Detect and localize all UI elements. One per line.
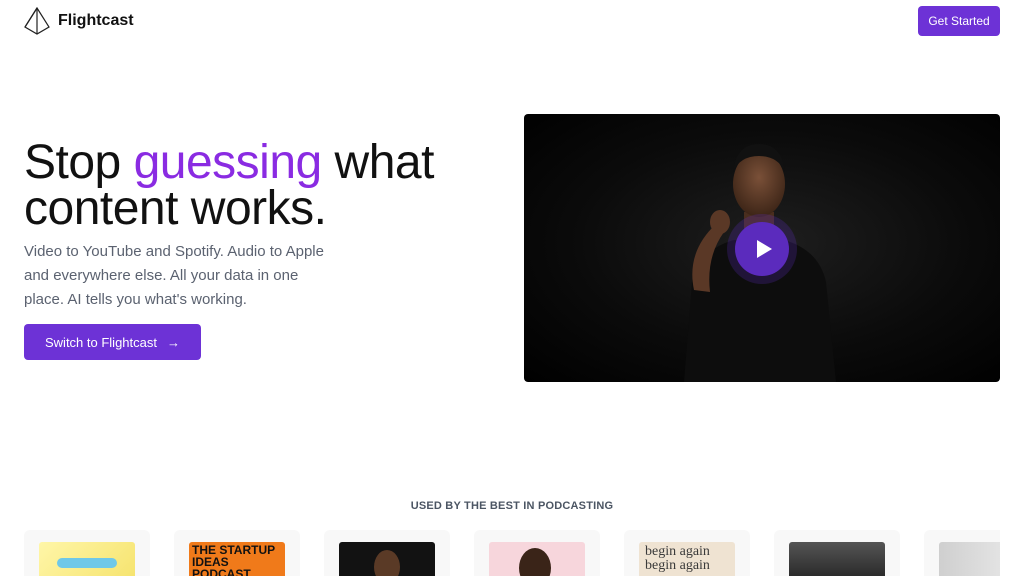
cover-dark-portrait — [339, 542, 435, 576]
prism-logo-icon — [24, 7, 50, 35]
cover-card[interactable] — [924, 530, 1000, 576]
podcast-covers-strip: THE STARTUP IDEAS PODCAST begin again be… — [24, 530, 1000, 576]
cover-title: THE STARTUP IDEAS PODCAST — [192, 543, 275, 576]
cover-title: begin again begin again — [645, 544, 710, 573]
cover-yellow — [39, 542, 135, 576]
brand-logo[interactable]: Flightcast — [24, 7, 134, 35]
cover-shape — [57, 558, 117, 568]
play-icon — [756, 240, 772, 258]
cover-card[interactable]: THE STARTUP IDEAS PODCAST — [174, 530, 300, 576]
cover-grey — [939, 542, 1000, 576]
cta-label: Switch to Flightcast — [45, 334, 157, 350]
cover-portrait-shape — [519, 548, 551, 576]
top-nav: Flightcast Get Started — [0, 0, 1024, 44]
play-button[interactable] — [735, 222, 789, 276]
cover-dark-gradient — [789, 542, 885, 576]
cover-startup-ideas: THE STARTUP IDEAS PODCAST — [189, 542, 285, 576]
brand-name: Flightcast — [58, 12, 134, 29]
cover-card[interactable]: begin again begin again — [624, 530, 750, 576]
get-started-button[interactable]: Get Started — [918, 6, 1000, 36]
cover-card[interactable] — [474, 530, 600, 576]
cover-begin-again: begin again begin again — [639, 542, 735, 576]
cover-card[interactable] — [24, 530, 150, 576]
hero-video[interactable] — [524, 114, 1000, 382]
arrow-right-icon: → — [167, 334, 180, 350]
used-by-heading: USED BY THE BEST IN PODCASTING — [410, 500, 614, 512]
hero-title: Stop guessing what content works. — [24, 139, 494, 233]
cover-card[interactable] — [324, 530, 450, 576]
cover-portrait-shape — [374, 550, 400, 576]
cover-card[interactable] — [774, 530, 900, 576]
cover-pink-portrait — [489, 542, 585, 576]
switch-to-flightcast-button[interactable]: Switch to Flightcast → — [24, 324, 201, 360]
hero-subtitle: Video to YouTube and Spotify. Audio to A… — [24, 243, 324, 308]
